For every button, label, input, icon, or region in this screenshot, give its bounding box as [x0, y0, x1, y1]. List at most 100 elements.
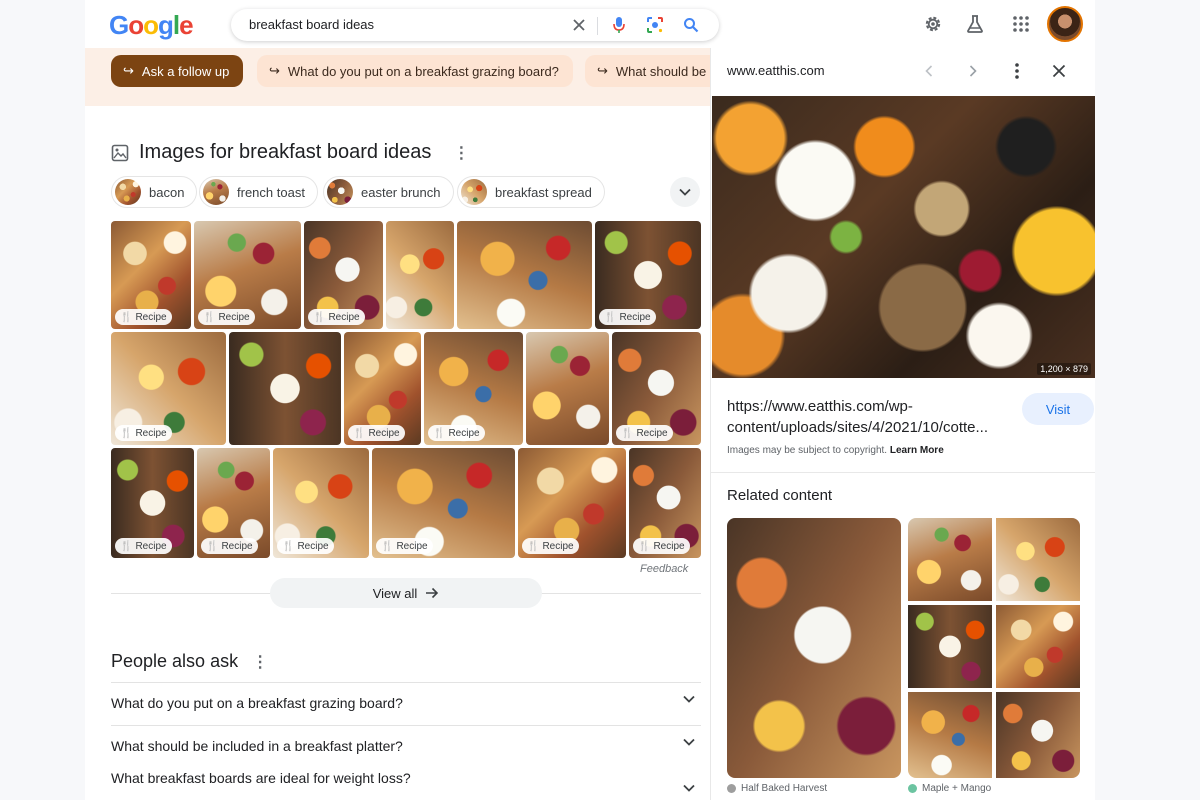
- labs-flask-icon[interactable]: [961, 10, 989, 38]
- image-url[interactable]: https://www.eatthis.com/wp-content/uploa…: [727, 396, 1017, 438]
- preview-image[interactable]: 1,200 × 879: [712, 96, 1095, 378]
- microphone-icon[interactable]: [607, 13, 631, 37]
- chip-label: Ask a follow up: [141, 63, 230, 79]
- image-result[interactable]: 🍴 Recipe: [197, 448, 270, 558]
- related-image[interactable]: [727, 518, 901, 778]
- recipe-badge: 🍴 Recipe: [522, 538, 579, 554]
- learn-more-link[interactable]: Learn More: [890, 445, 944, 456]
- copyright-notice: Images may be subject to copyright. Lear…: [727, 445, 944, 456]
- people-also-ask-header: People also ask ⋮: [111, 651, 268, 672]
- view-all-button[interactable]: View all: [270, 578, 542, 608]
- image-result[interactable]: 🍴 Recipe: [111, 448, 194, 558]
- image-result[interactable]: 🍴 Recipe: [304, 221, 383, 329]
- chip-thumbnail: [203, 179, 229, 205]
- apps-grid-icon[interactable]: [1007, 10, 1035, 38]
- image-preview-panel: www.eatthis.com 1,200 × 879 https://www.…: [710, 48, 1095, 800]
- follow-up-chip[interactable]: ↪ What do you put on a breakfast grazing…: [257, 55, 573, 87]
- chip-thumbnail: [461, 179, 487, 205]
- people-also-ask-title: People also ask: [111, 651, 239, 671]
- fork-knife-icon: 🍴: [203, 311, 216, 323]
- chevron-down-icon: [683, 738, 695, 746]
- image-result[interactable]: 🍴 Recipe: [273, 448, 369, 558]
- recipe-badge: 🍴 Recipe: [115, 425, 172, 441]
- image-result[interactable]: 🍴 Recipe: [629, 448, 701, 558]
- chip-label: What do you put on a breakfast grazing b…: [287, 63, 559, 79]
- images-header: Images for breakfast board ideas ⋮: [111, 141, 469, 164]
- expand-filters-button[interactable]: [670, 177, 700, 207]
- fork-knife-icon: 🍴: [433, 427, 446, 439]
- recipe-badge: 🍴 Recipe: [633, 538, 690, 554]
- image-result[interactable]: 🍴 Recipe: [111, 332, 226, 445]
- collage-cell: [908, 692, 992, 778]
- search-icon[interactable]: [679, 13, 703, 37]
- image-result[interactable]: 🍴 Recipe: [372, 448, 515, 558]
- question-text: What do you put on a breakfast grazing b…: [111, 695, 403, 711]
- fork-knife-icon: 🍴: [527, 540, 540, 552]
- image-result[interactable]: 🍴 Recipe: [595, 221, 701, 329]
- recipe-badge: 🍴 Recipe: [198, 309, 255, 325]
- header: Google breakfast board ideas: [85, 0, 1095, 48]
- filter-chip[interactable]: french toast: [199, 176, 318, 208]
- clear-icon[interactable]: [567, 13, 591, 37]
- account-avatar[interactable]: [1047, 6, 1083, 42]
- search-box[interactable]: breakfast board ideas: [231, 9, 719, 41]
- filter-chip[interactable]: easter brunch: [323, 176, 454, 208]
- settings-gear-icon[interactable]: [919, 10, 947, 38]
- next-icon[interactable]: [961, 59, 985, 83]
- fork-knife-icon: 🍴: [381, 540, 394, 552]
- collage-cell: [996, 692, 1080, 778]
- related-source[interactable]: Maple + Mango: [908, 783, 991, 794]
- recipe-badge: 🍴 Recipe: [428, 425, 485, 441]
- more-options-icon[interactable]: ⋮: [252, 652, 268, 672]
- image-result[interactable]: 🍴 Recipe: [344, 332, 421, 445]
- related-image[interactable]: [908, 518, 1080, 778]
- close-icon[interactable]: [1047, 59, 1071, 83]
- search-input[interactable]: breakfast board ideas: [249, 17, 374, 32]
- follow-up-arrow-icon: ↪: [269, 63, 280, 78]
- related-source[interactable]: Half Baked Harvest: [727, 783, 827, 794]
- browser-page: Google breakfast board ideas ↪ Ask a fol…: [85, 0, 1095, 800]
- question-row[interactable]: What do you put on a breakfast grazing b…: [111, 682, 701, 725]
- chip-label: easter brunch: [361, 184, 441, 200]
- image-result[interactable]: 🍴 Recipe: [424, 332, 523, 445]
- image-result[interactable]: 🍴 Recipe: [518, 448, 626, 558]
- visit-button[interactable]: Visit: [1022, 393, 1094, 425]
- image-result[interactable]: [229, 332, 341, 445]
- image-result[interactable]: 🍴 Recipe: [111, 221, 191, 329]
- question-row[interactable]: What breakfast boards are ideal for weig…: [111, 762, 701, 800]
- more-options-icon[interactable]: [1005, 59, 1029, 83]
- images-title: Images for breakfast board ideas: [139, 141, 432, 163]
- source-favicon-icon: [908, 784, 917, 793]
- fork-knife-icon: 🍴: [313, 311, 326, 323]
- previous-icon[interactable]: [917, 59, 941, 83]
- question-text: What breakfast boards are ideal for weig…: [111, 770, 411, 786]
- chip-thumbnail: [327, 179, 353, 205]
- more-options-icon[interactable]: ⋮: [453, 143, 469, 163]
- feedback-link[interactable]: Feedback: [640, 563, 688, 575]
- google-logo[interactable]: Google: [109, 12, 194, 38]
- follow-up-chip[interactable]: ↪ What should be: [585, 55, 710, 87]
- source-name: Half Baked Harvest: [741, 783, 828, 794]
- image-result[interactable]: [457, 221, 592, 329]
- chip-thumbnail: [115, 179, 141, 205]
- source-favicon-icon: [727, 784, 736, 793]
- recipe-badge: 🍴 Recipe: [599, 309, 656, 325]
- search-divider: [597, 17, 598, 35]
- image-result[interactable]: [386, 221, 454, 329]
- collage-cell: [996, 605, 1080, 688]
- chevron-down-icon: [679, 188, 691, 196]
- chip-label: bacon: [149, 184, 185, 200]
- filter-chip[interactable]: bacon: [111, 176, 198, 208]
- recipe-badge: 🍴 Recipe: [115, 309, 172, 325]
- collage-cell: [996, 518, 1080, 601]
- source-domain[interactable]: www.eatthis.com: [727, 63, 825, 78]
- image-result[interactable]: 🍴 Recipe: [194, 221, 301, 329]
- recipe-badge: 🍴 Recipe: [115, 538, 172, 554]
- image-result[interactable]: 🍴 Recipe: [612, 332, 701, 445]
- ask-follow-up-button[interactable]: ↪ Ask a follow up: [111, 55, 244, 87]
- filter-chip[interactable]: breakfast spread: [457, 176, 605, 208]
- lens-icon[interactable]: [643, 13, 667, 37]
- recipe-badge: 🍴 Recipe: [348, 425, 405, 441]
- fork-knife-icon: 🍴: [120, 427, 133, 439]
- image-result[interactable]: [526, 332, 609, 445]
